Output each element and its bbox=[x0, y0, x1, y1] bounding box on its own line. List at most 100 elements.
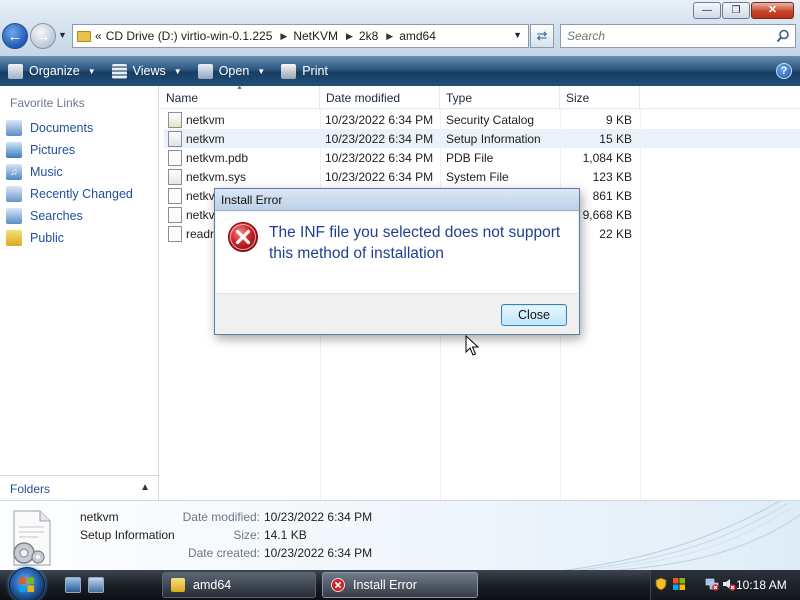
file-row[interactable]: netkvm.pdb 10/23/2022 6:34 PM PDB File 1… bbox=[164, 148, 800, 167]
show-desktop-icon[interactable] bbox=[65, 577, 81, 593]
search-icon[interactable] bbox=[776, 29, 790, 43]
nav-item-label: Music bbox=[30, 165, 63, 179]
folders-label: Folders bbox=[10, 482, 51, 496]
open-label: Open bbox=[218, 64, 250, 78]
file-row-selected[interactable]: netkvm 10/23/2022 6:34 PM Setup Informat… bbox=[164, 129, 800, 148]
explorer-title-bar: — ❐ ✕ ← → ▼ « CD Drive (D:) virtio-win-0… bbox=[0, 0, 800, 56]
chevron-right-icon[interactable]: ▶ bbox=[280, 31, 287, 42]
taskbar-button-amd64[interactable]: amd64 bbox=[162, 572, 316, 598]
public-folder-icon bbox=[6, 230, 22, 246]
print-button[interactable]: Print bbox=[273, 56, 336, 86]
column-header-type[interactable]: Type bbox=[440, 86, 560, 109]
security-catalog-icon bbox=[168, 111, 182, 128]
details-size-label: Size: bbox=[233, 528, 260, 542]
nav-item-music[interactable]: ♫ Music bbox=[0, 161, 158, 183]
organize-label: Organize bbox=[29, 64, 80, 78]
details-file-type: Setup Information bbox=[80, 528, 175, 542]
chevron-right-icon[interactable]: ▶ bbox=[346, 31, 353, 42]
file-row[interactable]: netkvm.sys 10/23/2022 6:34 PM System Fil… bbox=[164, 167, 800, 186]
setup-information-icon bbox=[168, 130, 182, 147]
breadcrumb-amd64[interactable]: amd64 bbox=[399, 29, 436, 43]
windows-update-icon[interactable] bbox=[672, 577, 686, 591]
forward-button[interactable]: → bbox=[30, 23, 56, 49]
windows-logo-icon bbox=[19, 577, 35, 593]
maximize-button[interactable]: ❐ bbox=[722, 2, 750, 19]
folder-icon bbox=[77, 30, 91, 42]
minimize-button[interactable]: — bbox=[693, 2, 721, 19]
file-name: netkvm.pdb bbox=[186, 150, 249, 165]
nav-item-public[interactable]: Public bbox=[0, 227, 158, 249]
close-window-button[interactable]: ✕ bbox=[751, 2, 794, 19]
nav-item-searches[interactable]: Searches bbox=[0, 205, 158, 227]
details-file-name: netkvm bbox=[80, 510, 119, 524]
window-controls: — ❐ ✕ bbox=[692, 2, 794, 19]
file-name: netkvm bbox=[186, 131, 225, 146]
organize-icon bbox=[8, 63, 23, 79]
address-dropdown-icon[interactable]: ▼ bbox=[513, 30, 522, 40]
dialog-body: The INF file you selected does not suppo… bbox=[216, 212, 578, 293]
breadcrumb-cd-drive[interactable]: CD Drive (D:) virtio-win-0.1.225 bbox=[106, 29, 273, 43]
search-box[interactable] bbox=[560, 24, 796, 48]
nav-item-label: Recently Changed bbox=[30, 187, 133, 201]
chevron-right-icon[interactable]: ▶ bbox=[386, 31, 393, 42]
address-overflow[interactable]: « bbox=[95, 29, 102, 43]
folders-toggle[interactable]: Folders ▲ bbox=[0, 475, 159, 500]
breadcrumb-2k8[interactable]: 2k8 bbox=[359, 29, 378, 43]
file-row[interactable]: netkvm 10/23/2022 6:34 PM Security Catal… bbox=[164, 110, 800, 129]
file-type: System File bbox=[446, 169, 509, 184]
file-icon bbox=[168, 149, 182, 166]
search-input[interactable] bbox=[567, 29, 767, 43]
command-bar: Organize ▼ Views ▼ Open ▼ Print ? bbox=[0, 56, 800, 86]
views-button[interactable]: Views ▼ bbox=[104, 56, 190, 86]
decorative-swirl bbox=[563, 501, 800, 570]
chevron-down-icon: ▼ bbox=[257, 66, 266, 76]
file-type: PDB File bbox=[446, 150, 494, 165]
setup-information-icon bbox=[13, 510, 51, 566]
file-name: netkvm.sys bbox=[186, 169, 247, 184]
breadcrumb-netkvm[interactable]: NetKVM bbox=[293, 29, 338, 43]
system-clock[interactable]: 10:18 AM bbox=[736, 578, 787, 592]
dialog-title: Install Error bbox=[215, 189, 579, 211]
nav-item-label: Documents bbox=[30, 121, 94, 135]
error-icon bbox=[331, 578, 345, 592]
column-header-name[interactable]: Name ▲ bbox=[160, 84, 320, 109]
details-date-created: 10/23/2022 6:34 PM bbox=[264, 546, 373, 560]
file-size: 1,084 KB bbox=[582, 150, 632, 165]
navigation-pane: Favorite Links Documents Pictures ♫ Musi… bbox=[0, 86, 159, 475]
views-label: Views bbox=[132, 64, 166, 78]
nav-item-documents[interactable]: Documents bbox=[0, 117, 158, 139]
nav-item-recently-changed[interactable]: Recently Changed bbox=[0, 183, 158, 205]
file-type: Setup Information bbox=[446, 131, 541, 146]
recently-changed-icon bbox=[6, 186, 22, 202]
switch-windows-icon[interactable] bbox=[88, 577, 104, 593]
documents-icon bbox=[6, 120, 22, 136]
searches-icon bbox=[6, 208, 22, 224]
favorite-links-list: Documents Pictures ♫ Music Recently Chan… bbox=[0, 117, 158, 249]
taskbar-button-install-error[interactable]: Install Error bbox=[322, 572, 478, 598]
security-shield-icon[interactable] bbox=[654, 577, 668, 591]
recent-pages-dropdown-icon[interactable]: ▼ bbox=[58, 30, 67, 40]
text-file-icon bbox=[168, 225, 182, 242]
printer-icon bbox=[281, 63, 297, 79]
back-button[interactable]: ← bbox=[2, 23, 28, 49]
install-error-dialog: Install Error The INF file you selected … bbox=[214, 188, 580, 335]
address-bar[interactable]: « CD Drive (D:) virtio-win-0.1.225 ▶ Net… bbox=[72, 24, 529, 48]
open-button[interactable]: Open ▼ bbox=[190, 56, 274, 86]
column-header-row: Name ▲ Date modified Type Size bbox=[160, 84, 800, 109]
column-header-size[interactable]: Size bbox=[560, 86, 640, 109]
network-disconnected-icon[interactable] bbox=[705, 577, 719, 591]
nav-item-label: Pictures bbox=[30, 143, 76, 157]
close-button[interactable]: Close bbox=[501, 304, 567, 326]
refresh-button[interactable]: ⇄ bbox=[530, 24, 554, 48]
nav-item-pictures[interactable]: Pictures bbox=[0, 139, 158, 161]
setup-file-icon bbox=[168, 187, 182, 204]
sort-ascending-icon: ▲ bbox=[236, 84, 243, 91]
column-header-date-modified[interactable]: Date modified bbox=[320, 86, 440, 109]
chevron-up-icon[interactable]: ▲ bbox=[140, 482, 150, 493]
organize-button[interactable]: Organize ▼ bbox=[0, 56, 104, 86]
start-button[interactable] bbox=[9, 567, 45, 600]
volume-muted-icon[interactable] bbox=[722, 577, 736, 591]
details-size: 14.1 KB bbox=[264, 528, 307, 542]
file-date: 10/23/2022 6:34 PM bbox=[325, 169, 434, 184]
help-icon[interactable]: ? bbox=[776, 63, 792, 79]
